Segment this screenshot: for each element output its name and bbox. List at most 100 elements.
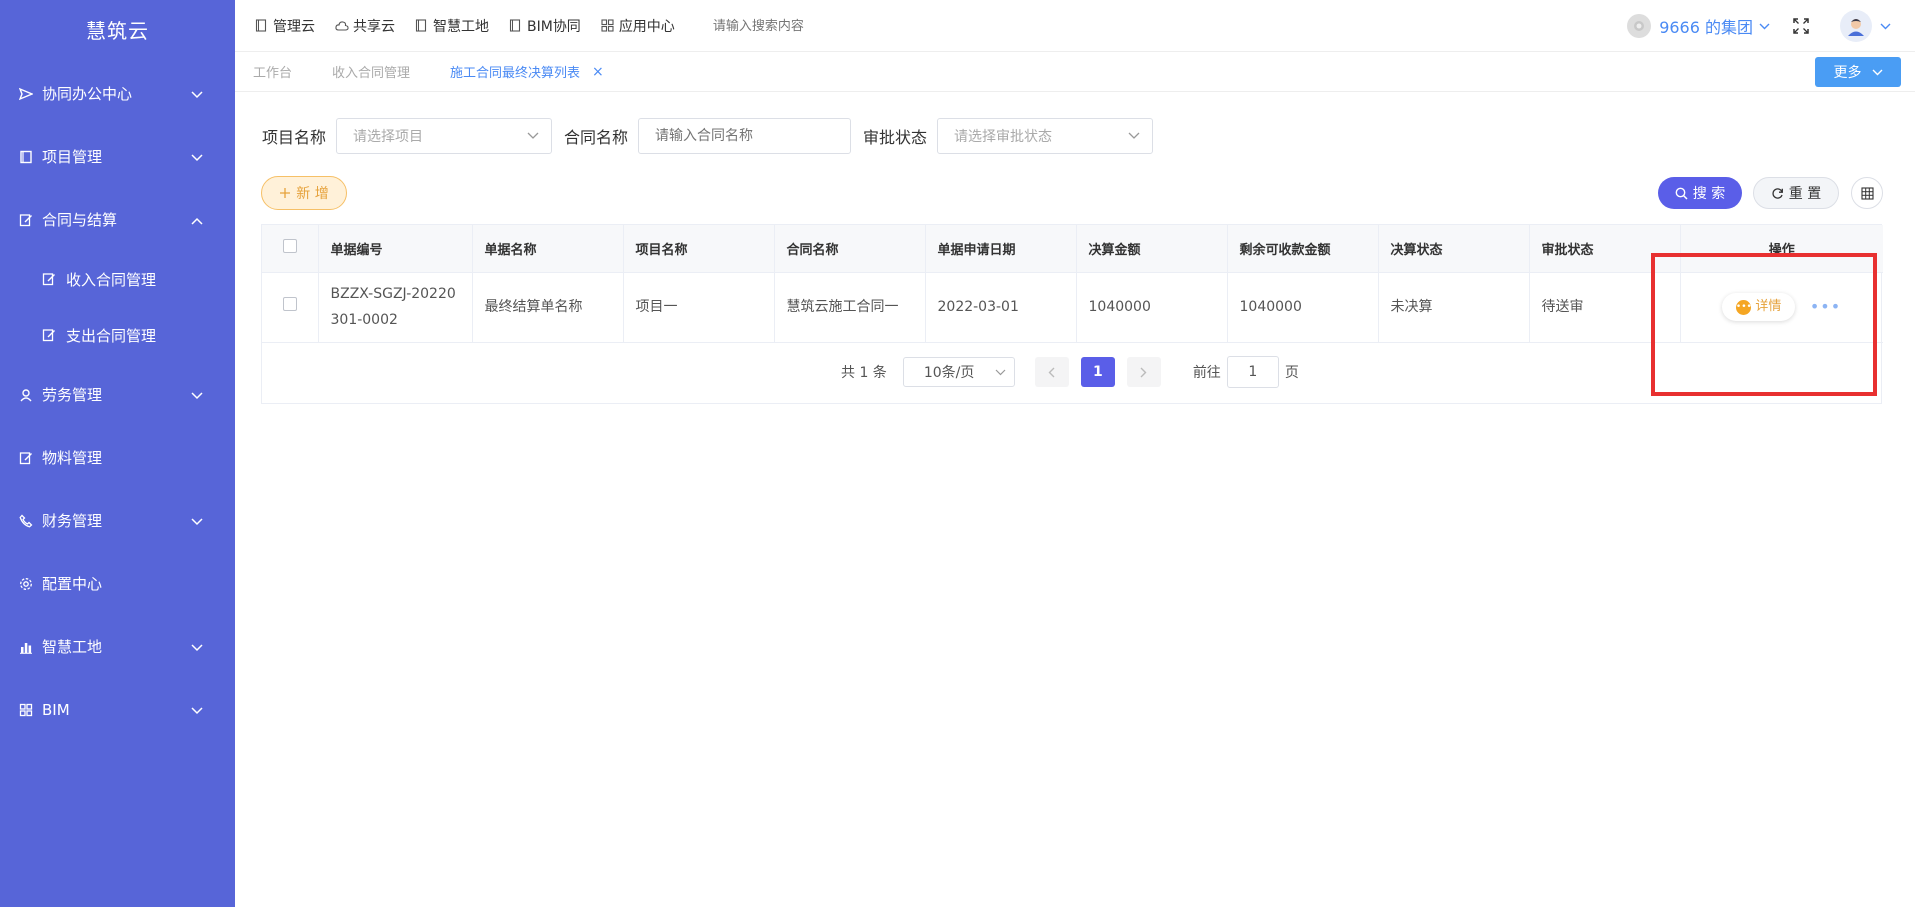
sidebar: 慧筑云 协同办公中心 项目管理 合同与结算 收入合同管理 支出合同管理 劳务管理… bbox=[0, 0, 235, 907]
reset-button[interactable]: 重 置 bbox=[1753, 177, 1839, 209]
plus-icon bbox=[279, 187, 291, 199]
bar-chart-icon bbox=[18, 639, 34, 655]
topnav-item-management-cloud[interactable]: 管理云 bbox=[255, 16, 315, 36]
column-header: 操作 bbox=[1680, 225, 1883, 273]
book-icon bbox=[18, 149, 34, 165]
search-button[interactable]: 搜 索 bbox=[1658, 177, 1742, 209]
top-bar: 管理云 共享云 智慧工地 BIM协同 应用中心 9666 的集团 bbox=[235, 0, 1915, 52]
more-button[interactable]: 更多 bbox=[1815, 57, 1901, 87]
topnav-item-label: 应用中心 bbox=[618, 18, 675, 35]
chevron-down-icon bbox=[191, 148, 203, 166]
sidebar-item-contract-settlement[interactable]: 合同与结算 bbox=[0, 188, 235, 251]
chevron-down-icon bbox=[191, 386, 203, 404]
table-row[interactable]: BZZX-SGZJ-20220301-0002 最终结算单名称 项目一 慧筑云施… bbox=[262, 272, 1883, 343]
gear-icon bbox=[18, 576, 34, 592]
goto-label: 前往 bbox=[1192, 365, 1221, 381]
topnav-item-label: 共享云 bbox=[353, 18, 395, 35]
chevron-down-icon[interactable] bbox=[1880, 18, 1891, 34]
tab-final-settlement-list[interactable]: 施工合同最终决算列表 × bbox=[450, 62, 604, 82]
tab-label: 收入合同管理 bbox=[332, 66, 411, 81]
add-button-label: 新 增 bbox=[296, 186, 329, 202]
edit-icon bbox=[42, 271, 58, 287]
column-settings-button[interactable] bbox=[1851, 177, 1883, 209]
chevron-down-icon bbox=[1128, 128, 1140, 144]
edit-icon bbox=[42, 327, 58, 343]
global-search-input[interactable] bbox=[712, 18, 913, 33]
top-right: 9666 的集团 bbox=[1627, 0, 1891, 52]
row-checkbox[interactable] bbox=[282, 297, 297, 311]
detail-button[interactable]: ••• 详情 bbox=[1722, 293, 1796, 321]
app-logo: 慧筑云 bbox=[86, 19, 149, 43]
doc-icon bbox=[509, 19, 523, 33]
tab-income-contract[interactable]: 收入合同管理 bbox=[332, 62, 410, 81]
column-header[interactable]: 合同名称 bbox=[774, 225, 926, 273]
page-number-current[interactable]: 1 bbox=[1080, 357, 1115, 387]
page-size-select[interactable]: 10条/页 bbox=[902, 357, 1015, 387]
goto-page-input[interactable] bbox=[1226, 356, 1279, 388]
doc-icon bbox=[415, 19, 429, 33]
reset-button-label: 重 置 bbox=[1788, 186, 1822, 202]
send-icon bbox=[18, 86, 34, 102]
topnav-item-label: 智慧工地 bbox=[433, 18, 489, 35]
sidebar-item-bim[interactable]: BIM bbox=[0, 678, 235, 741]
group-badge-icon bbox=[1627, 14, 1652, 38]
prev-page-button[interactable] bbox=[1034, 357, 1069, 387]
topnav-item-shared-cloud[interactable]: 共享云 bbox=[335, 16, 395, 36]
phone-icon bbox=[18, 513, 34, 529]
contract-name-input[interactable] bbox=[638, 118, 852, 154]
row-select-cell bbox=[262, 272, 319, 343]
sidebar-subitem-income-contract[interactable]: 收入合同管理 bbox=[0, 251, 235, 307]
grid-icon bbox=[18, 702, 34, 718]
select-all-checkbox[interactable] bbox=[282, 239, 297, 254]
column-header[interactable]: 单据申请日期 bbox=[925, 225, 1077, 273]
topnav-item-smart-site[interactable]: 智慧工地 bbox=[415, 16, 489, 36]
sidebar-item-label: 物料管理 bbox=[42, 449, 103, 467]
topnav-item-label: BIM协同 bbox=[527, 18, 581, 35]
top-nav: 管理云 共享云 智慧工地 BIM协同 应用中心 bbox=[235, 16, 913, 36]
chevron-left-icon bbox=[1048, 367, 1055, 378]
grid-icon bbox=[601, 19, 615, 33]
chevron-down-icon bbox=[191, 701, 203, 719]
project-select[interactable]: 请选择项目 bbox=[336, 118, 553, 154]
column-header[interactable]: 单据名称 bbox=[472, 225, 624, 273]
approval-status-select[interactable]: 请选择审批状态 bbox=[937, 118, 1154, 154]
column-header[interactable]: 决算状态 bbox=[1378, 225, 1530, 273]
sidebar-item-finance[interactable]: 财务管理 bbox=[0, 489, 235, 552]
sidebar-item-labor[interactable]: 劳务管理 bbox=[0, 363, 235, 426]
group-selector[interactable]: 9666 的集团 bbox=[1627, 14, 1770, 38]
add-button[interactable]: 新 增 bbox=[261, 176, 347, 210]
sidebar-item-material[interactable]: 物料管理 bbox=[0, 426, 235, 489]
column-header[interactable]: 剩余可收款金额 bbox=[1227, 225, 1379, 273]
search-icon bbox=[1675, 187, 1688, 200]
column-header[interactable]: 决算金额 bbox=[1076, 225, 1228, 273]
next-page-button[interactable] bbox=[1126, 357, 1161, 387]
chevron-down-icon bbox=[191, 85, 203, 103]
sidebar-subitem-expense-contract[interactable]: 支出合同管理 bbox=[0, 307, 235, 363]
cell-amount: 1040000 bbox=[1076, 272, 1228, 343]
select-all-cell bbox=[262, 225, 319, 273]
user-avatar[interactable] bbox=[1840, 10, 1872, 42]
chevron-down-icon bbox=[995, 364, 1006, 380]
sidebar-item-collab-office[interactable]: 协同办公中心 bbox=[0, 62, 235, 125]
column-header[interactable]: 单据编号 bbox=[318, 225, 473, 273]
table-grid-icon bbox=[1860, 186, 1874, 200]
more-actions-icon[interactable]: ••• bbox=[1810, 294, 1841, 320]
topnav-item-app-center[interactable]: 应用中心 bbox=[601, 16, 675, 36]
sidebar-item-config[interactable]: 配置中心 bbox=[0, 552, 235, 615]
contract-filter-label: 合同名称 bbox=[564, 128, 629, 147]
sidebar-item-label: BIM bbox=[42, 700, 70, 719]
close-icon[interactable]: × bbox=[592, 64, 604, 80]
pagination: 共 1 条 10条/页 1 前往 页 bbox=[841, 356, 1299, 388]
edit-icon bbox=[18, 450, 34, 466]
filter-bar: 项目名称 请选择项目 合同名称 审批状态 请选择审批状态 bbox=[262, 118, 1165, 154]
chevron-right-icon bbox=[1140, 367, 1147, 378]
fullscreen-icon[interactable] bbox=[1792, 16, 1812, 36]
sidebar-item-smart-site[interactable]: 智慧工地 bbox=[0, 615, 235, 678]
column-header[interactable]: 审批状态 bbox=[1529, 225, 1681, 273]
topnav-item-bim-collab[interactable]: BIM协同 bbox=[509, 16, 581, 36]
cell-code: BZZX-SGZJ-20220301-0002 bbox=[318, 272, 473, 343]
column-header[interactable]: 项目名称 bbox=[623, 225, 775, 273]
tab-workbench[interactable]: 工作台 bbox=[253, 62, 292, 81]
sidebar-item-project[interactable]: 项目管理 bbox=[0, 125, 235, 188]
cell-name: 最终结算单名称 bbox=[472, 272, 624, 343]
